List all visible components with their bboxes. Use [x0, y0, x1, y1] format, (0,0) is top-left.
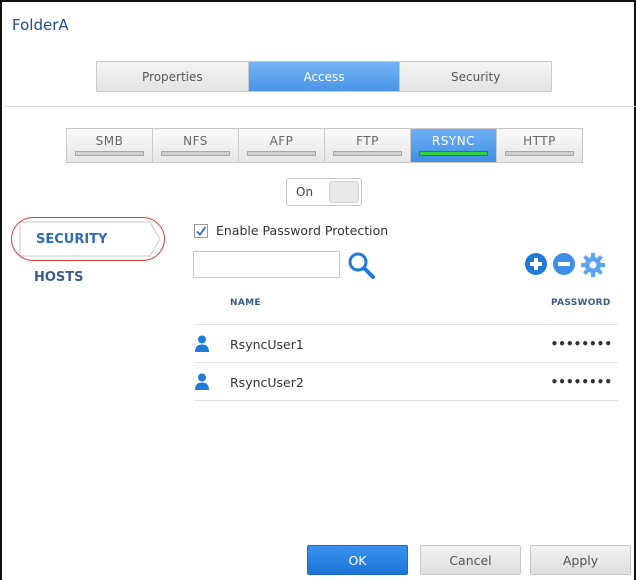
user-name: RsyncUser1 [230, 336, 304, 352]
search-icon[interactable] [346, 250, 376, 280]
tab-properties[interactable]: Properties [97, 62, 249, 91]
user-password: •••••••• [550, 375, 612, 389]
status-indicator [75, 151, 144, 156]
cancel-button[interactable]: Cancel [420, 545, 521, 575]
protocol-tab-label: SMB [95, 134, 124, 148]
protocol-tab-smb[interactable]: SMB [67, 129, 153, 162]
main-tab-bar: Properties Access Security [96, 61, 552, 92]
status-indicator [333, 151, 402, 156]
sidebar-item-security[interactable]: SECURITY [14, 220, 164, 258]
window-title: FolderA [12, 16, 69, 34]
user-actions [524, 252, 606, 278]
user-name: RsyncUser2 [230, 374, 304, 390]
table-divider [194, 362, 618, 363]
status-indicator [247, 151, 316, 156]
add-icon[interactable] [524, 252, 548, 276]
column-header-password[interactable]: PASSWORD [551, 298, 611, 308]
user-icon [195, 373, 209, 390]
gear-icon[interactable] [580, 252, 606, 278]
header-divider [4, 106, 636, 107]
protocol-tab-rsync[interactable]: RSYNC [411, 129, 497, 162]
table-row[interactable]: RsyncUser1 •••••••• [194, 326, 618, 362]
status-indicator [419, 151, 488, 156]
protocol-tab-http[interactable]: HTTP [497, 129, 582, 162]
protocol-tab-label: HTTP [523, 134, 556, 148]
toggle-knob[interactable] [329, 181, 359, 203]
protocol-tab-label: AFP [269, 134, 294, 148]
protocol-tab-label: NFS [183, 134, 208, 148]
table-divider [194, 324, 618, 325]
user-icon [195, 335, 209, 352]
protocol-tab-label: FTP [356, 134, 379, 148]
protocol-tab-nfs[interactable]: NFS [153, 129, 239, 162]
column-header-name[interactable]: NAME [230, 298, 261, 308]
enable-password-label: Enable Password Protection [216, 223, 389, 238]
tab-security[interactable]: Security [400, 62, 551, 91]
rsync-on-toggle[interactable]: On [286, 178, 362, 206]
table-divider [194, 400, 618, 401]
table-row[interactable]: RsyncUser2 •••••••• [194, 364, 618, 400]
sidebar-item-hosts[interactable]: HOSTS [14, 258, 164, 296]
toggle-label: On [296, 185, 314, 199]
tab-access[interactable]: Access [248, 62, 401, 91]
apply-button[interactable]: Apply [530, 545, 631, 575]
search-input[interactable] [193, 251, 340, 278]
status-indicator [161, 151, 230, 156]
protocol-tab-label: RSYNC [431, 134, 476, 148]
protocol-tab-ftp[interactable]: FTP [325, 129, 411, 162]
remove-icon[interactable] [552, 252, 576, 276]
checkmark-icon [196, 225, 207, 236]
ok-button[interactable]: OK [307, 545, 408, 575]
status-indicator [505, 151, 574, 156]
protocol-tab-afp[interactable]: AFP [239, 129, 325, 162]
folder-dialog: FolderA Properties Access Security SMB N… [0, 0, 636, 580]
user-password: •••••••• [550, 337, 612, 351]
protocol-tab-bar: SMB NFS AFP FTP RSYNC HTTP [66, 128, 583, 163]
enable-password-checkbox[interactable] [194, 223, 208, 238]
enable-password-row: Enable Password Protection [194, 223, 388, 238]
